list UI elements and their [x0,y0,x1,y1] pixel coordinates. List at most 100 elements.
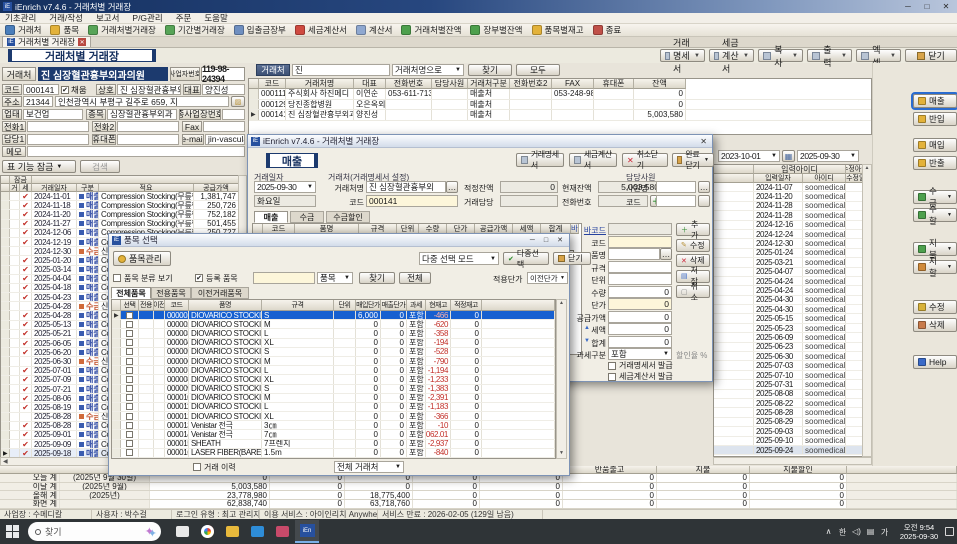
log-row[interactable]: 2025-05-15soomedical [714,314,871,323]
column-header-입력일자[interactable]: 입력일자 [754,174,803,183]
customer-row[interactable]: ▶000141진 심장혈관흉부외과의양진성매출처5,003,580 [249,110,871,121]
side-button-수금[interactable]: 수금▼ [913,190,957,204]
customer-code-input[interactable]: 000141 [366,195,458,207]
toolbar-button-입출금장부[interactable]: 입출금장부 [234,24,286,36]
input-field[interactable]: 보건업 [23,109,83,120]
side-button-수정[interactable]: 수정 [913,300,957,314]
dialog-close-icon[interactable]: ✕ [698,137,709,146]
toolbar-button-품목별재고[interactable]: 품목별재고 [532,24,584,36]
tab-close-icon[interactable]: ✕ [78,38,86,46]
side-button-삭제[interactable]: 삭제 [913,318,957,332]
select-checkbox[interactable] [126,413,133,420]
form-button-수정[interactable]: ✎수정 [676,239,710,252]
cell-select[interactable] [121,394,139,402]
cell-select[interactable] [121,348,139,356]
table-lock-button[interactable]: 표 기능 잠금▼ [2,160,76,173]
name-input[interactable] [608,248,660,260]
item-row[interactable]: 000002DIOVARICO STOCKING(롱M00포함-6200 [112,320,555,329]
column-header-거래처명[interactable]: 거래처명 [286,79,354,89]
log-row[interactable]: 2024-12-24soomedical [714,230,871,239]
menu-item-보고서[interactable]: 보고서 [96,12,119,24]
form-button-추가[interactable]: ＋추가 [676,223,710,236]
staff-code-input[interactable] [656,195,696,207]
item-tab-전체품목[interactable]: 전체품목 [111,287,151,299]
action-button-출력[interactable]: 출력▼ [807,49,852,62]
column-header-잔액[interactable]: 잔액 [634,79,686,89]
find-button[interactable]: 찾기 [468,64,512,76]
column-header-전화번호[interactable]: 전화번호 [386,79,432,89]
column-header-담당사원[interactable]: 담당사원 [432,79,468,89]
select-checkbox[interactable] [126,422,133,429]
toolbar-button-거래처[interactable]: 거래처 [5,24,41,36]
cell-select[interactable] [121,320,139,328]
column-header-선택[interactable]: 선택 [121,300,139,311]
cell-select[interactable] [121,440,139,448]
show-category-checkbox[interactable]: 품목 분류 보기 [113,273,183,283]
issue-checkbox-거래명세서 발급[interactable]: 거래명세서 발급 [608,361,708,370]
dialog-close-button[interactable]: 닫기 [553,252,591,265]
toolbar-button-계산서[interactable]: 계산서 [356,24,392,36]
cell-select[interactable] [121,421,139,429]
log-row[interactable]: 2025-09-10soomedical [714,437,871,446]
customer-row[interactable]: 000129당진종합병원오은옥외매출처0 [249,100,871,111]
cell-select[interactable] [121,329,139,337]
price-input[interactable]: 0 [608,298,672,310]
barcode-input[interactable] [608,223,672,235]
select-checkbox[interactable] [126,394,133,401]
item-search-input[interactable] [253,272,315,284]
log-row[interactable]: 2025-08-29soomedical [714,418,871,427]
search-mode-select[interactable]: 거래처명으로▼ [392,64,464,76]
select-checkbox[interactable] [126,358,133,365]
select-checkbox[interactable] [126,449,133,456]
menu-item-기초관리[interactable]: 기초관리 [5,12,36,24]
column-header-코드[interactable]: 코드 [259,79,286,89]
toolbar-button-기간별거래장[interactable]: 기간별거래장 [165,24,225,36]
customer-lookup-button[interactable]: … [446,181,458,193]
side-button-지불[interactable]: 지불▼ [913,242,957,256]
menu-item-거래/작성[interactable]: 거래/작성 [49,12,83,24]
column-header-매입단가[interactable]: 매입단가 [356,300,381,311]
item-row[interactable]: 000015SHEATH7프렌치00포함-2,9370 [112,440,555,449]
tray-icon-4[interactable]: 가 [878,527,891,537]
action-button-엑셀[interactable]: 엑셀▼ [856,49,901,62]
log-row[interactable]: 2025-04-07soomedical [714,268,871,277]
customer-row[interactable]: 000111주식회사 하진메디이연순053-611-7135매출처053-248… [249,89,871,100]
scope-select[interactable]: 전체 거래처▼ [334,461,404,473]
cell-select[interactable] [121,412,139,420]
dialog-tab-수금할인[interactable]: 수금할인 [326,211,370,223]
item-v-scrollbar[interactable]: ▲ [556,299,567,459]
cell-select[interactable] [121,311,139,319]
input-field[interactable] [27,121,89,132]
toolbar-button-세금계산서[interactable]: 세금계산서 [295,24,347,36]
taskbar-clock[interactable]: 오전 9:542025-09-30 [896,522,942,541]
date-from-select[interactable]: 2023-10-01▼ [718,150,780,162]
log-row[interactable]: 2024-11-07soomedical [714,183,871,192]
taskbar-app-document-app-icon[interactable] [170,520,194,543]
item-row[interactable]: 000005DIOVARICO STOCKING(단S00포함-5280 [112,348,555,357]
supply-input[interactable]: 0 [608,311,672,323]
log-row[interactable]: 2024-11-28soomedical [714,202,871,211]
log-v-scrollbar[interactable]: ▲ [862,164,872,457]
column-header-품명[interactable]: 품명 [189,300,262,311]
column-header-휴대폰[interactable]: 휴대폰 [594,79,634,89]
toolbar-button-품목[interactable]: 품목 [50,24,79,36]
spec-input[interactable] [608,261,672,273]
cell-select[interactable] [121,403,139,411]
tray-icon-1[interactable]: 한 [836,527,849,537]
log-row[interactable]: 2025-08-28soomedical [714,408,871,417]
cell-select[interactable] [121,375,139,383]
column-header-아이디[interactable]: 아이디 [803,174,846,183]
toolbar-button-장부별잔액[interactable]: 장부별잔액 [470,24,522,36]
column-header-전화번호2[interactable]: 전화번호2 [510,79,552,89]
log-row[interactable]: 2025-09-03soomedical [714,427,871,436]
staff-name-input[interactable] [656,181,696,193]
log-row[interactable]: 2024-11-20soomedical [714,192,871,201]
customer-search-input[interactable]: 진 [292,64,390,76]
taskbar-search[interactable]: 찾기✦ [28,522,161,541]
tab-customer-ledger[interactable]: iE 거래처별 거래장 ✕ [2,36,91,47]
tax-input[interactable]: 0 [608,323,672,335]
column-header-단위[interactable]: 단위 [334,300,356,311]
toolbar-button-종료[interactable]: 종료 [593,24,622,36]
item-row[interactable]: 000008DIOVARICO STOCKING(단XL00포함-1,2330 [112,375,555,384]
select-checkbox[interactable] [126,339,133,346]
